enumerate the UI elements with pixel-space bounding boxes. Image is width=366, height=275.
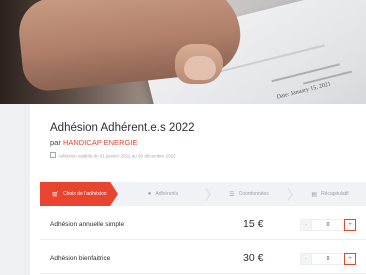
user-icon: ● [147,191,152,197]
receipt-icon: ▤ [311,191,318,198]
step-label: Adhérents [155,191,179,197]
item-label: Adhésion bienfaitrice [50,255,111,262]
organizer-line: par HANDICAP ENERGIE [50,138,137,147]
item-price: 30 € [243,252,264,264]
step-label: Récapitulatif [321,191,349,197]
validity-line: Adhésion valable du 01 janvier 2022 au 3… [50,152,176,159]
thumbnail-nail [184,56,216,80]
quantity-decrease-button[interactable]: - [300,253,312,265]
step-label: Coordonnées [238,191,269,197]
step-label: Choix de l'adhésion [63,191,107,197]
quantity-input[interactable]: 0 [312,219,344,231]
hero-photo: Date: January 15, 2021 [0,0,366,104]
checkout-steps: 🛒︎ Choix de l'adhésion ● Adhérents ☰ Coo… [40,182,366,206]
page-title: Adhésion Adhérent.e.s 2022 [50,122,195,134]
calendar-icon [50,152,56,158]
step-choix-adhesion[interactable]: 🛒︎ Choix de l'adhésion [40,182,118,206]
quantity-increase-button[interactable]: + [344,253,356,265]
membership-card: Adhésion Adhérent.e.s 2022 par HANDICAP … [30,104,366,275]
validity-text: Adhésion valable du 01 janvier 2022 au 3… [58,153,176,159]
list-item: Adhésion annuelle simple 15 € - 0 + [40,209,366,240]
list-icon: ☰ [229,191,235,198]
list-item: Adhésion bienfaitrice 30 € - 0 + [40,243,366,274]
organizer-link[interactable]: HANDICAP ENERGIE [63,138,137,147]
step-coordonnees[interactable]: ☰ Coordonnées [212,182,286,206]
quantity-decrease-button[interactable]: - [300,219,312,231]
quantity-input[interactable]: 0 [312,253,344,265]
cart-icon: 🛒︎ [51,191,60,198]
step-adherents[interactable]: ● Adhérents [122,182,204,206]
quantity-increase-button[interactable]: + [344,219,356,231]
item-price: 15 € [243,218,264,230]
organizer-prefix: par [50,138,61,147]
item-label: Adhésion annuelle simple [50,221,125,228]
step-recapitulatif[interactable]: ▤ Récapitulatif [294,182,366,206]
